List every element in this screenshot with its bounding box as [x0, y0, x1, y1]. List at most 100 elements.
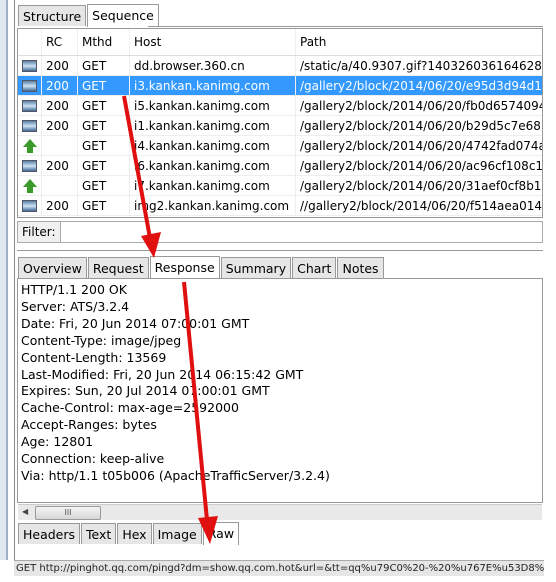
view-tab-hex[interactable]: Hex: [117, 523, 152, 544]
view-tab-text[interactable]: Text: [81, 523, 117, 544]
response-content[interactable]: HTTP/1.1 200 OK Server: ATS/3.2.4 Date: Fr…: [17, 278, 543, 503]
row-icon-cell: [18, 76, 42, 95]
row-icon-cell: [18, 176, 42, 195]
path-cell: //gallery2/block/2014/06/20/f514aea0146: [300, 199, 542, 213]
tab-request[interactable]: Request: [87, 257, 149, 278]
response-header-line: Expires: Sun, 20 Jul 2014 07:00:01 GMT: [21, 383, 270, 399]
table-row[interactable]: GET i4.kankan.kanimg.com /gallery2/block…: [18, 136, 542, 156]
host-cell: i3.kankan.kanimg.com: [130, 76, 296, 95]
response-header-line: Content-Length: 13569: [21, 349, 167, 365]
rc-cell: 200: [42, 196, 78, 215]
detail-tabs: Overview Request Response Summary Chart Notes: [18, 256, 385, 279]
host-cell: i5.kankan.kanimg.com: [130, 96, 296, 115]
tab-notes[interactable]: Notes: [337, 257, 384, 278]
tab-overview[interactable]: Overview: [18, 257, 87, 278]
tab-structure[interactable]: Structure: [18, 5, 87, 26]
row-icon-cell: [18, 96, 42, 115]
method-cell: GET: [78, 156, 130, 175]
view-tab-headers[interactable]: Headers: [18, 523, 81, 544]
method-cell: GET: [78, 96, 130, 115]
image-icon: [22, 200, 37, 212]
table-row[interactable]: 200 GET img2.kankan.kanimg.com //gallery…: [18, 196, 542, 216]
column-header-method[interactable]: Mthd: [78, 29, 130, 55]
filter-label: Filter:: [22, 225, 56, 239]
scrollbar-thumb[interactable]: III: [35, 506, 101, 520]
window-edge: [0, 0, 8, 560]
upload-arrow-icon: [23, 179, 37, 193]
rc-cell: 200: [42, 156, 78, 175]
status-bar: GET http://pinghot.qq.com/pingd?dm=show.…: [14, 560, 544, 576]
table-row[interactable]: 200 GET i3.kankan.kanimg.com /gallery2/b…: [18, 76, 542, 96]
table-row[interactable]: GET i7.kankan.kanimg.com /gallery2/block…: [18, 176, 542, 196]
method-cell: GET: [78, 56, 130, 75]
method-cell: GET: [78, 196, 130, 215]
response-header-line: Connection: keep-alive: [21, 451, 165, 467]
row-icon-cell: [18, 196, 42, 215]
table-row[interactable]: 200 GET i6.kankan.kanimg.com /gallery2/b…: [18, 156, 542, 176]
method-cell: GET: [78, 76, 130, 95]
filter-input[interactable]: [59, 222, 542, 242]
path-cell: /gallery2/block/2014/06/20/b29d5c7e681: [300, 119, 542, 133]
filter-bar: Filter:: [17, 221, 543, 243]
path-cell: /static/a/40.9307.gif?14032603616462870: [300, 59, 542, 73]
method-cell: GET: [78, 116, 130, 135]
host-cell: dd.browser.360.cn: [130, 56, 296, 75]
rc-cell: [42, 136, 78, 155]
response-header-line: Date: Fri, 20 Jun 2014 07:00:01 GMT: [21, 315, 250, 331]
divider: [148, 26, 543, 27]
host-cell: i6.kankan.kanimg.com: [130, 156, 296, 175]
divider: [17, 250, 543, 251]
image-icon: [22, 160, 37, 172]
path-cell: /gallery2/block/2014/06/20/fb0d6574094: [300, 99, 542, 113]
method-cell: GET: [78, 136, 130, 155]
upload-arrow-icon: [23, 139, 37, 153]
image-icon: [22, 80, 37, 92]
host-cell: i4.kankan.kanimg.com: [130, 136, 296, 155]
column-header-rc[interactable]: RC: [42, 29, 78, 55]
path-cell: /gallery2/block/2014/06/20/4742fad074a: [300, 139, 542, 153]
response-header-line: HTTP/1.1 200 OK: [21, 282, 127, 297]
table-header: RC Mthd Host Path: [18, 29, 542, 56]
rc-cell: 200: [42, 96, 78, 115]
request-table: RC Mthd Host Path 200 GET dd.browser.360…: [17, 28, 543, 218]
table-row[interactable]: 200 GET dd.browser.360.cn /static/a/40.9…: [18, 56, 542, 76]
response-header-line: Server: ATS/3.2.4: [21, 298, 130, 314]
image-icon: [22, 60, 37, 72]
table-row[interactable]: 200 GET i1.kankan.kanimg.com /gallery2/b…: [18, 116, 542, 136]
response-header-line: Content-Type: image/jpeg: [21, 332, 182, 348]
path-cell: /gallery2/block/2014/06/20/31aef0cf8b18: [300, 179, 542, 193]
row-icon-cell: [18, 156, 42, 175]
response-header-line: Via: http/1.1 t05b006 (ApacheTrafficServ…: [21, 467, 330, 483]
response-view-tabs: Headers Text Hex Image Raw: [18, 522, 240, 545]
image-icon: [22, 120, 37, 132]
row-icon-cell: [18, 56, 42, 75]
image-icon: [22, 100, 37, 112]
method-cell: GET: [78, 176, 130, 195]
column-header-host[interactable]: Host: [130, 29, 296, 55]
column-header-icon[interactable]: [18, 29, 42, 55]
row-icon-cell: [18, 116, 42, 135]
tab-sequence[interactable]: Sequence: [87, 4, 159, 27]
rc-cell: [42, 176, 78, 195]
row-icon-cell: [18, 136, 42, 155]
rc-cell: 200: [42, 76, 78, 95]
table-row[interactable]: 200 GET i5.kankan.kanimg.com /gallery2/b…: [18, 96, 542, 116]
host-cell: i1.kankan.kanimg.com: [130, 116, 296, 135]
path-cell: /gallery2/block/2014/06/20/ac96cf108c1c: [300, 159, 542, 173]
view-tab-raw[interactable]: Raw: [202, 522, 240, 545]
rc-cell: 200: [42, 116, 78, 135]
view-tab-image[interactable]: Image: [152, 523, 202, 544]
path-cell: /gallery2/block/2014/06/20/e95d3d94d1f: [300, 79, 542, 93]
tab-summary[interactable]: Summary: [220, 257, 292, 278]
tab-chart[interactable]: Chart: [292, 257, 337, 278]
column-header-path[interactable]: Path: [296, 29, 542, 55]
response-header-line: Cache-Control: max-age=2592000: [21, 400, 239, 416]
scroll-left-icon[interactable]: ◀: [22, 507, 28, 516]
horizontal-scrollbar[interactable]: ◀ III: [18, 504, 542, 520]
response-header-line: Accept-Ranges: bytes: [21, 417, 157, 433]
view-mode-tabs: Structure Sequence: [18, 4, 160, 27]
response-header-line: Age: 12801: [21, 434, 94, 450]
tab-response[interactable]: Response: [149, 256, 220, 279]
response-header-line: Last-Modified: Fri, 20 Jun 2014 06:15:42…: [21, 366, 304, 382]
host-cell: img2.kankan.kanimg.com: [130, 196, 296, 215]
